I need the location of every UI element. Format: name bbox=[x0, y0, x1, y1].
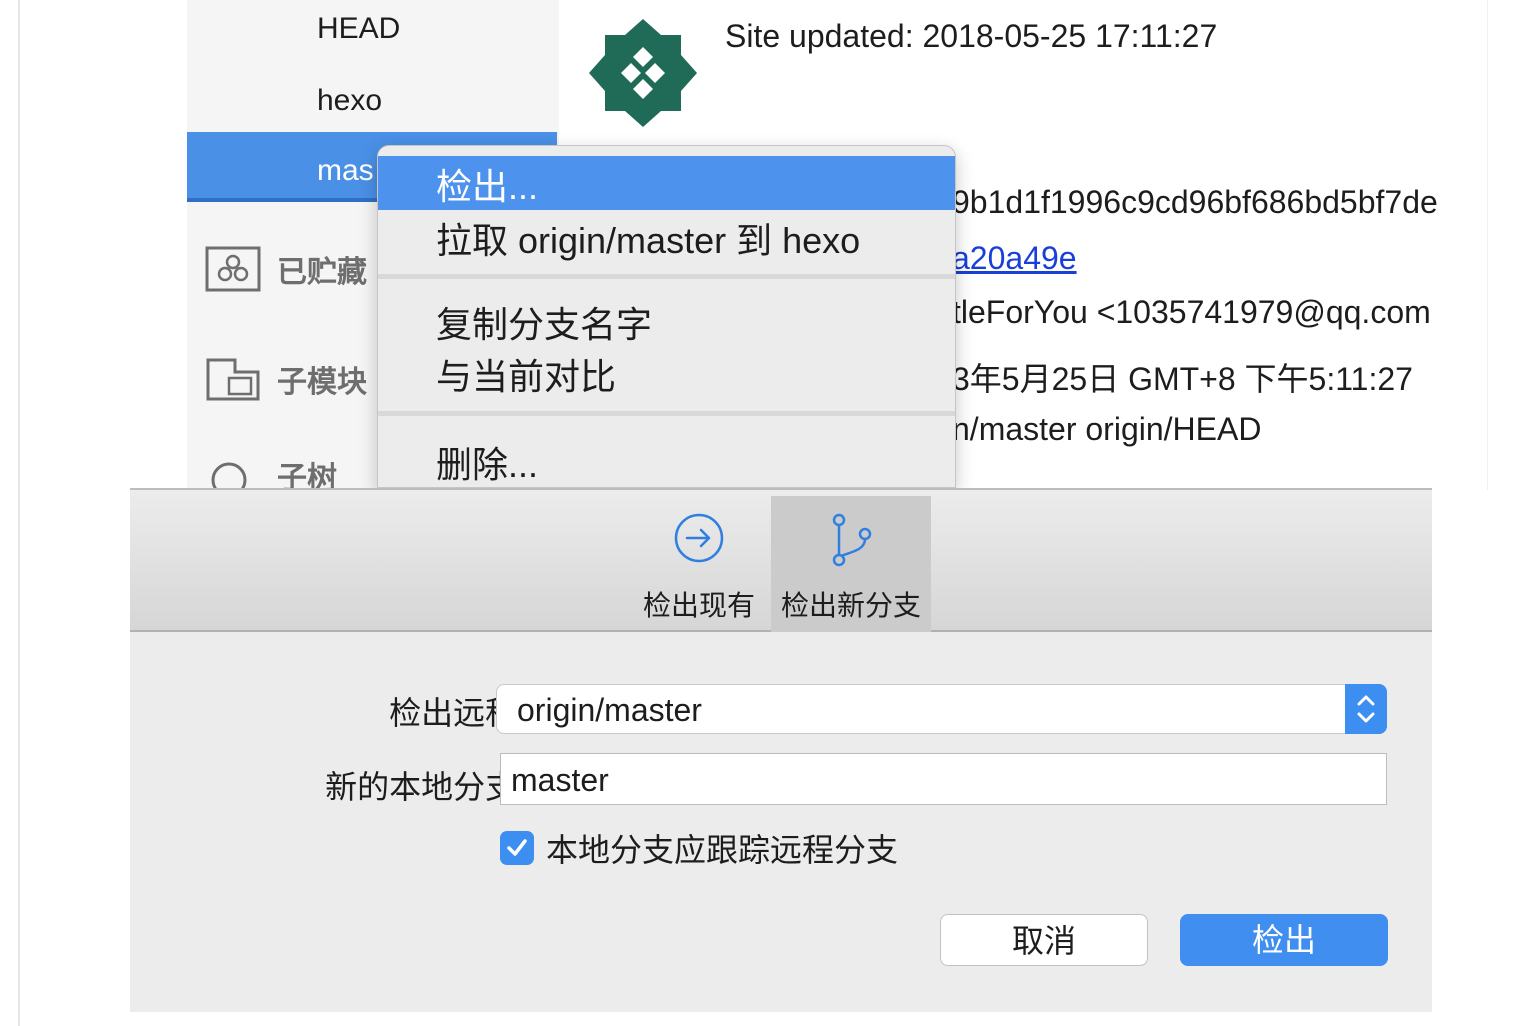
track-remote-option[interactable]: 本地分支应跟踪远程分支 bbox=[500, 825, 898, 871]
checkout-dialog: 检出现有 检出新分支 检出远程分支: origin/master 新的本地分支名… bbox=[130, 488, 1432, 1012]
tab-checkout-existing[interactable]: 检出现有 bbox=[624, 496, 774, 632]
menu-separator bbox=[378, 411, 955, 416]
cancel-button[interactable]: 取消 bbox=[940, 914, 1148, 966]
branch-context-menu: 检出... 拉取 origin/master 到 hexo 复制分支名字 与当前… bbox=[377, 145, 956, 488]
sidebar-section-submodules[interactable]: 子模块 bbox=[205, 356, 367, 402]
sidebar-section-stashes[interactable]: 已贮藏 bbox=[205, 246, 367, 292]
select-stepper[interactable] bbox=[1345, 684, 1387, 734]
track-remote-label: 本地分支应跟踪远程分支 bbox=[546, 832, 899, 868]
submodule-icon bbox=[205, 356, 261, 402]
checkout-button[interactable]: 检出 bbox=[1180, 914, 1388, 966]
tab-label: 检出现有 bbox=[642, 590, 755, 621]
remote-branch-select[interactable]: origin/master bbox=[496, 684, 1387, 734]
stash-icon bbox=[205, 246, 261, 292]
commit-refs: n/master origin/HEAD bbox=[952, 411, 1262, 447]
select-value: origin/master bbox=[517, 692, 702, 728]
commit-title: Site updated: 2018-05-25 17:11:27 bbox=[725, 18, 1218, 54]
branch-label: mas bbox=[317, 154, 374, 187]
sidebar-section-label: 子模块 bbox=[277, 366, 367, 399]
menu-separator bbox=[378, 274, 955, 279]
menu-item-checkout[interactable]: 检出... bbox=[436, 158, 538, 210]
page-border bbox=[1487, 0, 1488, 490]
branch-item-head[interactable]: HEAD bbox=[317, 12, 400, 46]
input-value: master bbox=[511, 762, 609, 798]
checkmark-icon bbox=[507, 839, 527, 856]
menu-item-copy-branch-name[interactable]: 复制分支名字 bbox=[436, 296, 652, 348]
menu-item-pull[interactable]: 拉取 origin/master 到 hexo bbox=[436, 212, 860, 264]
commit-sha: 9b1d1f1996c9cd96bf686bd5bf7de bbox=[952, 184, 1438, 220]
branch-icon bbox=[825, 512, 877, 573]
tab-checkout-new-branch[interactable]: 检出新分支 bbox=[771, 496, 931, 632]
tab-label: 检出新分支 bbox=[780, 590, 921, 621]
commit-parent-link[interactable]: a20a49e bbox=[952, 240, 1077, 277]
page-border bbox=[18, 0, 20, 1026]
repo-logo bbox=[585, 15, 701, 131]
menu-item-diff-against-current[interactable]: 与当前对比 bbox=[436, 348, 616, 400]
local-branch-name-input[interactable]: master bbox=[500, 753, 1387, 805]
sidebar-section-label: 已贮藏 bbox=[277, 256, 367, 289]
arrow-circle-right-icon bbox=[673, 512, 725, 569]
menu-item-delete[interactable]: 删除... bbox=[436, 436, 538, 487]
branch-item-hexo[interactable]: hexo bbox=[317, 84, 382, 118]
chevron-updown-icon bbox=[1357, 695, 1375, 723]
track-remote-checkbox[interactable] bbox=[500, 831, 534, 865]
commit-date: 3年5月25日 GMT+8 下午5:11:27 bbox=[952, 361, 1413, 397]
dialog-toolbar: 检出现有 检出新分支 bbox=[130, 490, 1432, 632]
commit-author: tleForYou <1035741979@qq.com bbox=[952, 294, 1431, 330]
